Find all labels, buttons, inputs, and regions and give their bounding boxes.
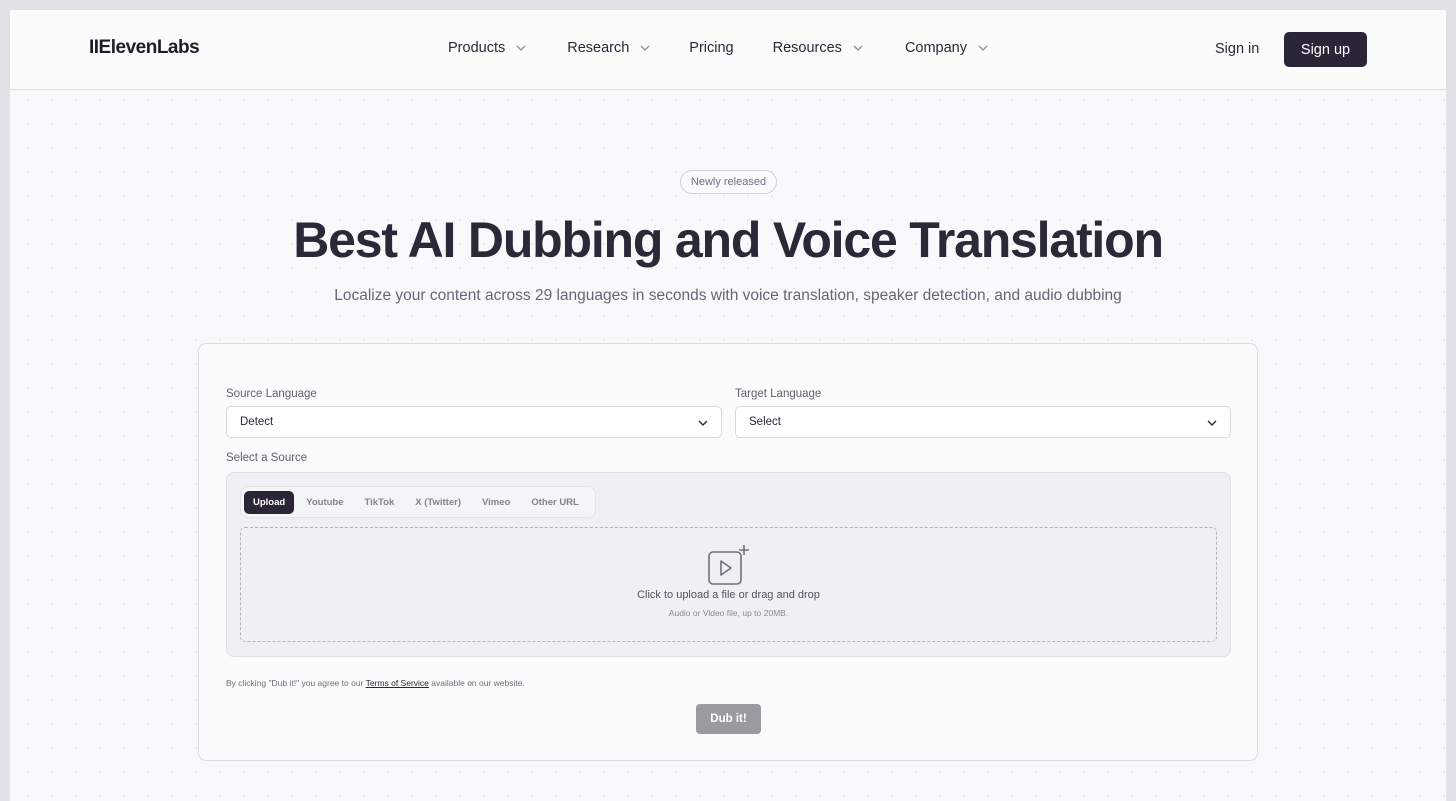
file-dropzone[interactable]: Click to upload a file or drag and drop … xyxy=(240,527,1217,642)
tab-x-twitter[interactable]: X (Twitter) xyxy=(406,491,470,514)
tab-vimeo[interactable]: Vimeo xyxy=(473,491,519,514)
page: IIElevenLabs Products Research Pricing R… xyxy=(10,10,1446,801)
main-nav: Products Research Pricing Resources Comp… xyxy=(448,40,989,56)
tab-youtube[interactable]: Youtube xyxy=(297,491,352,514)
nav-company-label: Company xyxy=(904,40,967,56)
chevron-down-icon xyxy=(1207,420,1217,426)
target-language-value: Select xyxy=(749,416,781,428)
page-title: Best AI Dubbing and Voice Translation xyxy=(293,212,1164,268)
video-upload-icon xyxy=(708,545,749,585)
tab-tiktok[interactable]: TikTok xyxy=(356,491,404,514)
dub-it-button[interactable]: Dub it! xyxy=(696,704,761,734)
dropzone-hint: Audio or Video file, up to 20MB. xyxy=(668,608,789,618)
newly-released-badge: Newly released xyxy=(680,170,777,194)
source-tabs: Upload Youtube TikTok X (Twitter) Vimeo … xyxy=(240,486,596,518)
tab-upload[interactable]: Upload xyxy=(244,490,295,514)
chevron-down-icon xyxy=(698,420,708,426)
site-header: IIElevenLabs Products Research Pricing R… xyxy=(10,10,1446,90)
elevenlabs-logo[interactable]: IIElevenLabs xyxy=(89,37,200,59)
nav-products[interactable]: Products xyxy=(448,40,527,56)
terms-suffix: available on our website. xyxy=(431,678,525,688)
source-panel: Upload Youtube TikTok X (Twitter) Vimeo … xyxy=(226,472,1231,657)
source-language-value: Detect xyxy=(240,416,274,428)
target-language-label: Target Language xyxy=(735,388,822,400)
select-source-label: Select a Source xyxy=(226,452,308,464)
tab-other-url[interactable]: Other URL xyxy=(522,491,588,514)
nav-pricing[interactable]: Pricing xyxy=(689,40,733,56)
terms-prefix: By clicking "Dub it!" you agree to our xyxy=(226,678,364,688)
source-language-select[interactable]: Detect xyxy=(226,406,722,438)
chevron-down-icon xyxy=(516,45,526,51)
source-language-label: Source Language xyxy=(226,388,317,400)
nav-resources[interactable]: Resources xyxy=(773,40,864,56)
target-language-select[interactable]: Select xyxy=(735,406,1231,438)
sign-up-button[interactable]: Sign up xyxy=(1284,32,1367,67)
nav-research-label: Research xyxy=(567,40,630,56)
nav-products-label: Products xyxy=(448,40,506,56)
dropzone-text: Click to upload a file or drag and drop xyxy=(637,589,820,601)
nav-research[interactable]: Research xyxy=(567,40,651,56)
nav-company[interactable]: Company xyxy=(905,40,989,56)
chevron-down-icon xyxy=(978,45,988,51)
terms-of-service-link[interactable]: Terms of Service xyxy=(366,678,429,688)
chevron-down-icon xyxy=(853,45,863,51)
dubbing-form-card: Source Language Detect Target Language S… xyxy=(198,343,1258,761)
nav-resources-label: Resources xyxy=(772,40,842,56)
sign-in-button[interactable]: Sign in xyxy=(1215,41,1259,57)
nav-pricing-label: Pricing xyxy=(689,40,734,56)
page-subtitle: Localize your content across 29 language… xyxy=(334,287,1122,304)
chevron-down-icon xyxy=(640,45,650,51)
terms-notice: By clicking "Dub it!" you agree to our T… xyxy=(226,678,525,688)
